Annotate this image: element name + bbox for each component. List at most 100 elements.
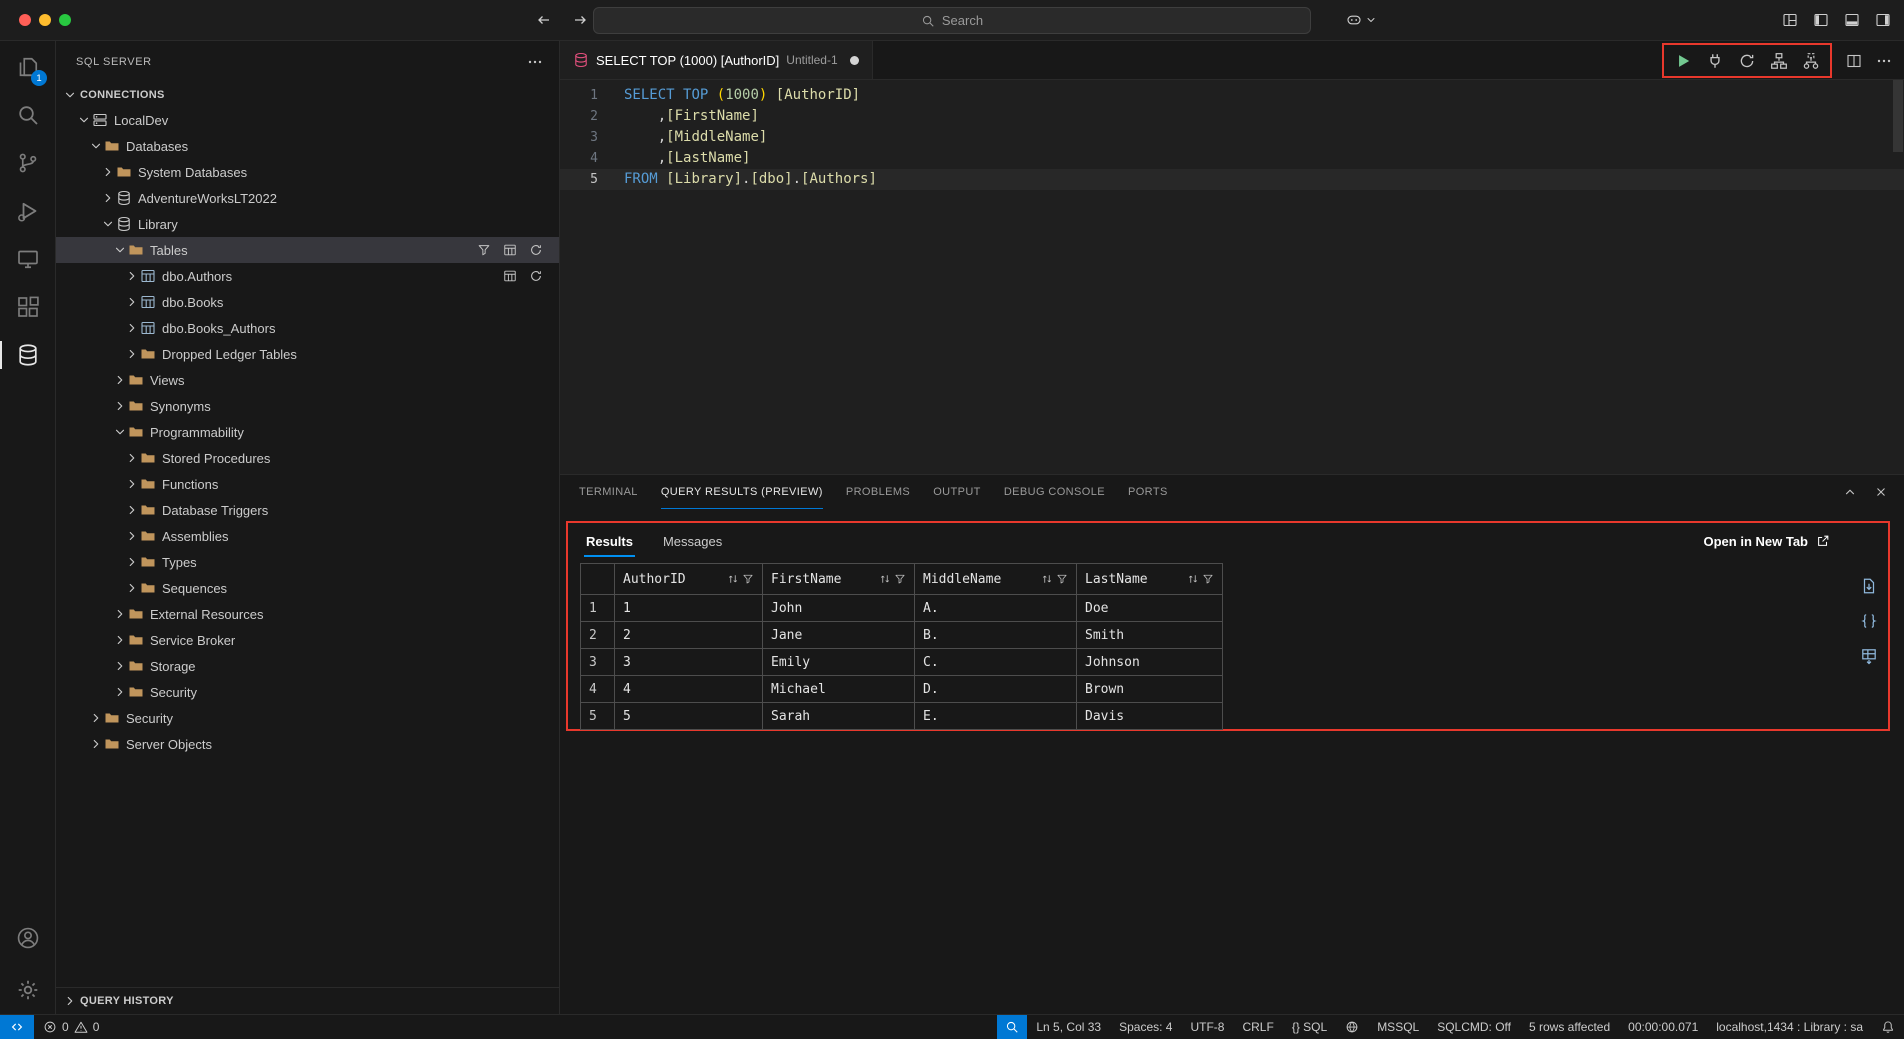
language-globe-status[interactable] [1336, 1015, 1368, 1039]
close-panel-button[interactable] [1874, 485, 1888, 499]
problems-status[interactable]: 0 0 [34, 1015, 108, 1039]
tree-item-dbo-books[interactable]: dbo.Books [56, 289, 559, 315]
panel-tab-ports[interactable]: PORTS [1128, 475, 1168, 509]
accounts-button[interactable] [0, 914, 55, 962]
panel-tab-output[interactable]: OUTPUT [933, 475, 981, 509]
connection-status[interactable]: localhost,1434 : Library : sa [1707, 1015, 1872, 1039]
zoom-indicator[interactable] [997, 1015, 1027, 1039]
filter-icon[interactable] [742, 573, 754, 585]
sort-icon[interactable] [727, 573, 739, 585]
tree-item-databases[interactable]: Databases [56, 133, 559, 159]
connections-section-header[interactable]: CONNECTIONS [56, 83, 559, 107]
tree-item-dbo-books-authors[interactable]: dbo.Books_Authors [56, 315, 559, 341]
results-tab[interactable]: Results [584, 525, 635, 557]
select-top-button[interactable] [503, 269, 517, 283]
grid-corner-cell[interactable] [581, 564, 615, 595]
search-activity-button[interactable] [0, 91, 55, 139]
grid-row[interactable]: 1 1 John A. Doe [581, 595, 1223, 622]
rows-affected-status[interactable]: 5 rows affected [1520, 1015, 1619, 1039]
forward-button[interactable] [572, 12, 588, 28]
encoding-status[interactable]: UTF-8 [1181, 1015, 1233, 1039]
sort-icon[interactable] [879, 573, 891, 585]
run-debug-activity-button[interactable] [0, 187, 55, 235]
toggle-secondary-sidebar-button[interactable] [1875, 12, 1891, 28]
explorer-activity-button[interactable]: 1 [0, 43, 55, 91]
tree-item-sequences[interactable]: Sequences [56, 575, 559, 601]
tree-item-programmability[interactable]: Programmability [56, 419, 559, 445]
refresh-button[interactable] [529, 243, 543, 257]
actual-plan-button[interactable] [1802, 52, 1820, 70]
change-connection-button[interactable] [1738, 52, 1756, 70]
filter-icon[interactable] [1056, 573, 1068, 585]
save-json-button[interactable] [1860, 612, 1878, 630]
tree-item-adventureworks[interactable]: AdventureWorksLT2022 [56, 185, 559, 211]
filter-icon[interactable] [1202, 573, 1214, 585]
save-csv-button[interactable] [1860, 577, 1878, 595]
sort-icon[interactable] [1187, 573, 1199, 585]
notifications-button[interactable] [1872, 1015, 1904, 1039]
editor-scrollbar[interactable] [1893, 80, 1903, 152]
remote-explorer-activity-button[interactable] [0, 235, 55, 283]
panel-tab-query-results[interactable]: QUERY RESULTS (PREVIEW) [661, 475, 823, 509]
language-mode-status[interactable]: {} SQL [1283, 1015, 1336, 1039]
split-editor-button[interactable] [1846, 53, 1862, 69]
editor-tab-untitled-1[interactable]: SELECT TOP (1000) [AuthorID] Untitled-1 [560, 41, 873, 79]
panel-tab-terminal[interactable]: TERMINAL [579, 475, 638, 509]
grid-column-firstname[interactable]: FirstName [763, 564, 915, 595]
grid-column-authorid[interactable]: AuthorID [615, 564, 763, 595]
customize-layout-button[interactable] [1782, 12, 1798, 28]
grid-row[interactable]: 5 5 Sarah E. Davis [581, 703, 1223, 730]
code-line[interactable]: 5FROM [Library].[dbo].[Authors] [560, 169, 1904, 190]
grid-column-lastname[interactable]: LastName [1077, 564, 1223, 595]
messages-tab[interactable]: Messages [661, 525, 724, 557]
back-button[interactable] [536, 12, 552, 28]
toggle-panel-button[interactable] [1844, 12, 1860, 28]
minimize-window-button[interactable] [39, 14, 51, 26]
grid-column-middlename[interactable]: MiddleName [915, 564, 1077, 595]
tree-item-dropped-ledger-tables[interactable]: Dropped Ledger Tables [56, 341, 559, 367]
code-editor[interactable]: 1SELECT TOP (1000) [AuthorID]2 ,[FirstNa… [560, 80, 1904, 474]
tree-item-functions[interactable]: Functions [56, 471, 559, 497]
tree-item-security-database[interactable]: Security [56, 679, 559, 705]
indentation-status[interactable]: Spaces: 4 [1110, 1015, 1181, 1039]
tree-item-stored-procedures[interactable]: Stored Procedures [56, 445, 559, 471]
grid-row[interactable]: 2 2 Jane B. Smith [581, 622, 1223, 649]
sql-server-activity-button[interactable] [0, 331, 55, 379]
tree-item-dbo-authors[interactable]: dbo.Authors [56, 263, 559, 289]
query-duration-status[interactable]: 00:00:00.071 [1619, 1015, 1707, 1039]
close-window-button[interactable] [19, 14, 31, 26]
maximize-panel-button[interactable] [1843, 485, 1857, 499]
settings-button[interactable] [0, 966, 55, 1014]
grid-row[interactable]: 4 4 Michael D. Brown [581, 676, 1223, 703]
panel-tab-problems[interactable]: PROBLEMS [846, 475, 910, 509]
filter-icon[interactable] [894, 573, 906, 585]
copilot-menu[interactable] [1346, 12, 1377, 28]
remote-indicator[interactable] [0, 1015, 34, 1039]
panel-tab-debug-console[interactable]: DEBUG CONSOLE [1004, 475, 1105, 509]
new-table-button[interactable] [503, 243, 517, 257]
disconnect-button[interactable] [1706, 52, 1724, 70]
save-excel-button[interactable] [1860, 647, 1878, 665]
code-line[interactable]: 1SELECT TOP (1000) [AuthorID] [560, 85, 1904, 106]
sidebar-more-actions-button[interactable] [527, 54, 543, 70]
cursor-position-status[interactable]: Ln 5, Col 33 [1027, 1015, 1110, 1039]
sqlcmd-status[interactable]: SQLCMD: Off [1428, 1015, 1520, 1039]
code-line[interactable]: 4 ,[LastName] [560, 148, 1904, 169]
tree-item-database-triggers[interactable]: Database Triggers [56, 497, 559, 523]
more-actions-button[interactable] [1876, 53, 1892, 69]
tree-item-security-server[interactable]: Security [56, 705, 559, 731]
sort-icon[interactable] [1041, 573, 1053, 585]
run-query-button[interactable] [1674, 52, 1692, 70]
tree-item-assemblies[interactable]: Assemblies [56, 523, 559, 549]
tree-item-library[interactable]: Library [56, 211, 559, 237]
modified-indicator[interactable] [850, 56, 859, 65]
tree-item-localdev[interactable]: LocalDev [56, 107, 559, 133]
maximize-window-button[interactable] [59, 14, 71, 26]
estimated-plan-button[interactable] [1770, 52, 1788, 70]
grid-row[interactable]: 3 3 Emily C. Johnson [581, 649, 1223, 676]
code-line[interactable]: 2 ,[FirstName] [560, 106, 1904, 127]
tree-item-storage[interactable]: Storage [56, 653, 559, 679]
source-control-activity-button[interactable] [0, 139, 55, 187]
toggle-primary-sidebar-button[interactable] [1813, 12, 1829, 28]
open-in-new-tab-button[interactable]: Open in New Tab [1704, 534, 1873, 549]
